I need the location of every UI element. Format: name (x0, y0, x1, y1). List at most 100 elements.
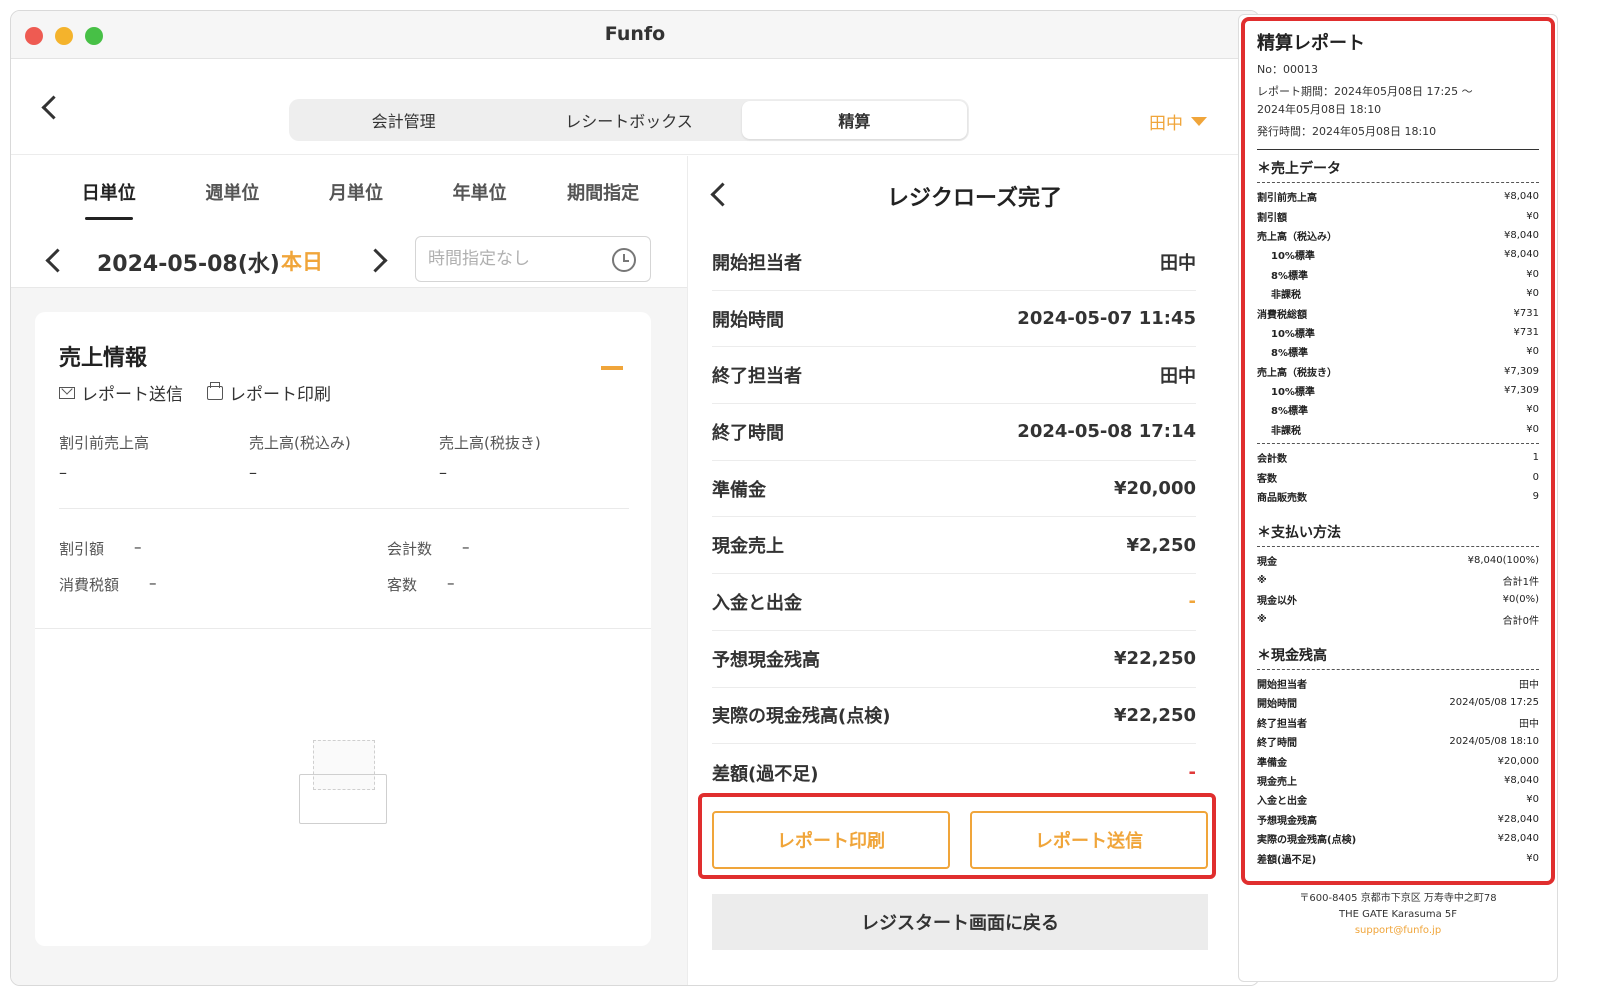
settlement-report-receipt: 精算レポート No：00013 レポート期間：2024年05月08日 17:25… (1238, 14, 1558, 982)
row-label: 開始時間 (712, 309, 784, 331)
receipt-row-value: ¥7,309 (1504, 385, 1539, 397)
tab-custom-period[interactable]: 期間指定 (541, 156, 665, 228)
receipt-row: 消費税総額 ¥731 (1257, 303, 1539, 322)
row-label: 準備金 (712, 479, 766, 501)
receipt-row-value: ¥0(0%) (1502, 594, 1539, 606)
tab-accounting[interactable]: 会計管理 (291, 101, 516, 139)
send-report-label: レポート送信 (81, 385, 183, 405)
empty-tray-shape (299, 774, 387, 824)
receipt-row-label: 10%標準 (1271, 328, 1315, 340)
kv-row: 消費税額 – 客数 – (59, 574, 629, 600)
row-value: ¥22,250 (1114, 704, 1196, 726)
row-label: 実際の現金残高(点検) (712, 706, 891, 728)
tab-yearly[interactable]: 年単位 (418, 156, 542, 228)
receipt-row-label: 客数 (1257, 473, 1277, 485)
footer-address: 〒600-8405 京都市下京区 万寿寺中之町78 (1299, 893, 1497, 904)
time-filter-field[interactable] (415, 236, 651, 282)
prev-date-icon[interactable] (41, 248, 65, 272)
row-value: 2024-05-08 17:14 (1017, 421, 1196, 443)
receipt-row-value: ¥0 (1526, 852, 1539, 864)
receipt-row-value: ¥0 (1526, 404, 1539, 416)
receipt-title: 精算レポート (1257, 33, 1365, 54)
send-report-button[interactable]: レポート送信 (970, 811, 1208, 869)
row-value: ¥20,000 (1114, 478, 1196, 500)
divider (1257, 668, 1539, 670)
receipt-row-label: 実際の現金残高(点検) (1257, 835, 1357, 847)
stat-value: – (439, 463, 447, 482)
report-period-line: レポート期間：2024年05月08日 17:25 〜 (1257, 85, 1473, 98)
receipt-row: 売上高（税込み） ¥8,040 (1257, 226, 1539, 245)
receipt-row-label: 現金 (1257, 557, 1277, 569)
kv-value: – (149, 574, 157, 592)
stat-sales-incl-tax: 売上高(税込み) – (249, 432, 439, 482)
tab-daily[interactable]: 日単位 (47, 156, 171, 228)
list-item: 終了担当者 田中 (712, 347, 1196, 405)
receipt-row-label: 終了担当者 (1257, 718, 1307, 730)
receipt-row-value: ¥731 (1513, 307, 1539, 319)
collapse-icon[interactable] (601, 366, 623, 370)
receipt-row-label: 売上高（税込み） (1257, 231, 1337, 243)
receipt-row: ※ 合計1件 (1257, 571, 1539, 590)
receipt-row: 実際の現金残高(点検) ¥28,040 (1257, 829, 1539, 848)
receipt-row-label: 現金売上 (1257, 776, 1297, 788)
divider (1257, 546, 1539, 548)
stat-label: 売上高(税込み) (249, 434, 351, 452)
receipt-row: 10%標準 ¥7,309 (1257, 381, 1539, 400)
kv-discount: 割引額 – (59, 538, 142, 559)
next-date-icon[interactable] (367, 248, 391, 272)
pane-title: レジクローズ完了 (887, 186, 1062, 211)
printer-icon (207, 381, 223, 400)
sales-summary-pane: 日単位 週単位 月単位 年単位 期間指定 2024-05-08(水) 本日 売上… (11, 156, 701, 985)
send-report-link[interactable]: レポート送信 (59, 380, 183, 405)
user-name: 田中 (1149, 114, 1183, 134)
tab-receipt-box[interactable]: レシートボックス (516, 101, 741, 139)
kv-tax: 消費税額 – (59, 574, 157, 595)
receipt-row-value: ¥7,309 (1504, 365, 1539, 377)
payment-section-title: ＊支払い方法 (1257, 525, 1341, 542)
receipt-row-value: 2024/05/08 17:25 (1449, 697, 1539, 709)
receipt-row: 終了担当者 田中 (1257, 713, 1539, 732)
receipt-row: 会計数 1 (1257, 448, 1539, 467)
receipt-row: 割引前売上高 ¥8,040 (1257, 187, 1539, 206)
kv-row: 割引額 – 会計数 – (59, 538, 629, 564)
receipt-row: 非課税 ¥0 (1257, 284, 1539, 303)
tab-weekly[interactable]: 週単位 (171, 156, 295, 228)
app-header: 会計管理 レシートボックス 精算 田中 (11, 59, 1259, 155)
issued-time: 発行時間：2024年05月08日 18:10 (1257, 125, 1437, 138)
receipt-row-value: ¥8,040 (1504, 249, 1539, 261)
clock-icon[interactable] (612, 248, 636, 272)
receipt-row-label: 入金と出金 (1257, 796, 1307, 808)
kv-transaction-count: 会計数 – (387, 538, 470, 559)
tab-monthly[interactable]: 月単位 (294, 156, 418, 228)
print-report-button[interactable]: レポート印刷 (712, 811, 950, 869)
receipt-row-label: 割引前売上高 (1257, 193, 1317, 205)
receipt-row-value: ¥8,040 (1504, 774, 1539, 786)
divider (1257, 443, 1539, 445)
main-tabs: 会計管理 レシートボックス 精算 (289, 99, 969, 141)
sales-info-card: 売上情報 レポート送信 レポート印刷 割引前売上高 – 売上高(税込み) – 売… (35, 312, 651, 946)
receipt-row-value: ¥731 (1513, 326, 1539, 338)
receipt-row: 現金 ¥8,040(100%) (1257, 551, 1539, 570)
receipt-row: 10%標準 ¥731 (1257, 323, 1539, 342)
kv-label: 会計数 (387, 540, 433, 558)
receipt-row: 差額(過不足) ¥0 (1257, 848, 1539, 867)
time-filter-input[interactable] (428, 246, 608, 272)
print-report-link[interactable]: レポート印刷 (207, 380, 331, 405)
sales-section-title: ＊売上データ (1257, 161, 1341, 177)
receipt-row-label: 8%標準 (1271, 406, 1308, 418)
receipt-row-label: 商品販売数 (1257, 493, 1307, 505)
back-arrow-icon[interactable] (37, 93, 67, 123)
back-to-register-start-button[interactable]: レジスタート画面に戻る (712, 894, 1208, 950)
row-label: 終了時間 (712, 422, 784, 444)
list-item: 準備金 ¥20,000 (712, 461, 1196, 518)
stat-sales-excl-tax: 売上高(税抜き) – (439, 432, 629, 482)
tab-settlement[interactable]: 精算 (741, 101, 967, 139)
user-menu[interactable]: 田中 (1149, 109, 1207, 134)
current-date: 2024-05-08(水) (97, 252, 280, 277)
receipt-row-label: 消費税総額 (1257, 309, 1307, 321)
row-label: 終了担当者 (712, 366, 802, 388)
stat-value: – (59, 463, 67, 482)
receipt-row-label: 非課税 (1271, 290, 1301, 302)
card-actions: レポート送信 レポート印刷 (59, 380, 331, 405)
receipt-row-label: 10%標準 (1271, 251, 1315, 263)
